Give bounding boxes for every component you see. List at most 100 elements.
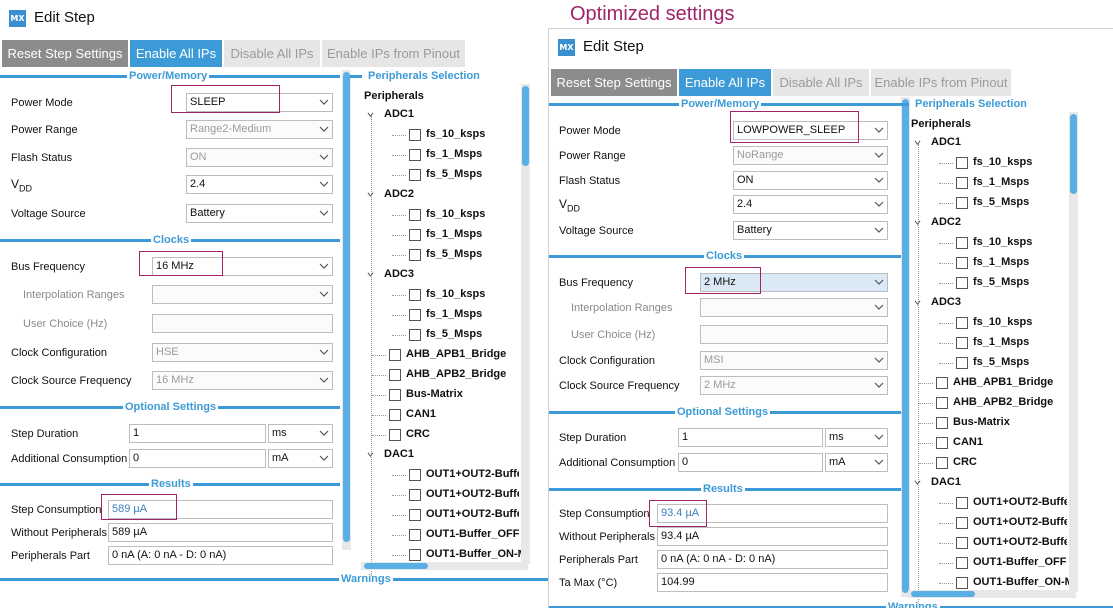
flash-status-select[interactable]: ON: [733, 171, 888, 190]
enable-all-ips-button[interactable]: Enable All IPs: [130, 40, 222, 67]
peripheral-checkbox[interactable]: [956, 237, 968, 249]
peripheral-checkbox[interactable]: [409, 209, 421, 221]
clock-source-frequency-select[interactable]: 16 MHz: [152, 371, 333, 390]
peripheral-checkbox[interactable]: [956, 277, 968, 289]
power-range-select[interactable]: Range2-Medium: [186, 120, 333, 139]
peripheral-checkbox[interactable]: [389, 409, 401, 421]
peripheral-checkbox[interactable]: [389, 349, 401, 361]
peripheral-checkbox[interactable]: [956, 257, 968, 269]
enable-all-ips-button[interactable]: Enable All IPs: [679, 69, 771, 96]
peripheral-checkbox[interactable]: [956, 337, 968, 349]
peripheral-checkbox[interactable]: [956, 537, 968, 549]
tree-leaf-label: fs_1_Msps: [973, 336, 1030, 348]
user-choice-field[interactable]: [700, 325, 888, 344]
disable-all-ips-button[interactable]: Disable All IPs: [773, 69, 869, 96]
step-duration-field[interactable]: 1: [678, 428, 823, 447]
tree-group-adc2[interactable]: ADC2: [384, 188, 414, 200]
without-peripherals-field[interactable]: 93.4 µA: [657, 527, 888, 546]
peripheral-checkbox[interactable]: [409, 289, 421, 301]
peripheral-checkbox[interactable]: [956, 557, 968, 569]
additional-consumption-unit-select[interactable]: mA: [825, 453, 888, 472]
peripheral-checkbox[interactable]: [956, 177, 968, 189]
peripheral-checkbox[interactable]: [936, 417, 948, 429]
voltage-source-select[interactable]: Battery: [733, 221, 888, 240]
peripheral-checkbox[interactable]: [956, 497, 968, 509]
title-bar: MX Edit Step: [0, 0, 548, 36]
interpolation-ranges-select[interactable]: [700, 298, 888, 317]
peripheral-checkbox[interactable]: [389, 389, 401, 401]
peripheral-checkbox[interactable]: [936, 437, 948, 449]
tree-group-dac1[interactable]: DAC1: [384, 448, 414, 460]
highlight-box: [649, 500, 707, 527]
additional-consumption-unit-select[interactable]: mA: [268, 449, 333, 468]
app-logo-icon: MX: [9, 10, 26, 27]
peripheral-checkbox[interactable]: [936, 397, 948, 409]
peripheral-checkbox[interactable]: [409, 169, 421, 181]
enable-ips-from-pinout-button[interactable]: Enable IPs from Pinout: [322, 40, 465, 67]
form-scrollbar-thumb[interactable]: [343, 72, 350, 542]
peripheral-checkbox[interactable]: [409, 309, 421, 321]
peripheral-checkbox[interactable]: [936, 377, 948, 389]
form-scrollbar-thumb[interactable]: [902, 99, 909, 593]
app-logo-icon: MX: [558, 39, 575, 56]
peripheral-checkbox[interactable]: [956, 577, 968, 589]
peripheral-checkbox[interactable]: [409, 249, 421, 261]
peripheral-checkbox[interactable]: [936, 457, 948, 469]
tree-leaf-label: OUT1+OUT2-Buffer: [426, 508, 528, 520]
vdd-select[interactable]: 2.4: [733, 195, 888, 214]
user-choice-field[interactable]: [152, 314, 333, 333]
peripheral-checkbox[interactable]: [409, 129, 421, 141]
flash-status-select[interactable]: ON: [186, 148, 333, 167]
ta-max-field[interactable]: 104.99: [657, 573, 888, 592]
step-duration-unit-select[interactable]: ms: [268, 424, 333, 443]
without-peripherals-field[interactable]: 589 µA: [108, 523, 333, 542]
tree-group-adc3[interactable]: ADC3: [384, 268, 414, 280]
peripheral-checkbox[interactable]: [956, 517, 968, 529]
tree-vertical-scrollbar-thumb[interactable]: [522, 86, 529, 166]
vdd-select[interactable]: 2.4: [186, 175, 333, 194]
peripheral-checkbox[interactable]: [389, 369, 401, 381]
disable-all-ips-button[interactable]: Disable All IPs: [224, 40, 320, 67]
peripheral-checkbox[interactable]: [409, 329, 421, 341]
peripheral-checkbox[interactable]: [956, 157, 968, 169]
tree-connector: [372, 355, 386, 356]
peripherals-part-field[interactable]: 0 nA (A: 0 nA - D: 0 nA): [657, 550, 888, 569]
step-duration-field[interactable]: 1: [129, 424, 266, 443]
interpolation-ranges-select[interactable]: [152, 285, 333, 304]
tree-group-adc2[interactable]: ADC2: [931, 216, 961, 228]
tree-group-dac1[interactable]: DAC1: [931, 476, 961, 488]
tree-connector: [939, 183, 953, 184]
peripheral-checkbox[interactable]: [956, 197, 968, 209]
additional-consumption-field[interactable]: 0: [129, 449, 266, 468]
peripheral-checkbox[interactable]: [409, 509, 421, 521]
tree-group-adc3[interactable]: ADC3: [931, 296, 961, 308]
reset-step-settings-button[interactable]: Reset Step Settings: [2, 40, 128, 67]
peripheral-checkbox[interactable]: [409, 489, 421, 501]
peripheral-checkbox[interactable]: [409, 229, 421, 241]
voltage-source-select[interactable]: Battery: [186, 204, 333, 223]
peripheral-checkbox[interactable]: [409, 149, 421, 161]
step-duration-unit-select[interactable]: ms: [825, 428, 888, 447]
additional-consumption-field[interactable]: 0: [678, 453, 823, 472]
peripherals-part-field[interactable]: 0 nA (A: 0 nA - D: 0 nA): [108, 546, 333, 565]
flash-status-value: ON: [190, 151, 207, 163]
power-range-select[interactable]: NoRange: [733, 146, 888, 165]
tree-horizontal-scrollbar-thumb[interactable]: [911, 591, 975, 597]
peripheral-checkbox[interactable]: [956, 317, 968, 329]
peripheral-checkbox[interactable]: [409, 549, 421, 561]
peripheral-checkbox[interactable]: [389, 429, 401, 441]
enable-ips-from-pinout-button[interactable]: Enable IPs from Pinout: [871, 69, 1011, 96]
clock-source-frequency-select[interactable]: 2 MHz: [700, 376, 888, 395]
tree-vertical-scrollbar-thumb[interactable]: [1070, 114, 1077, 194]
clock-configuration-select[interactable]: HSE: [152, 343, 333, 362]
step-duration-label: Step Duration: [559, 432, 627, 444]
reset-step-settings-button[interactable]: Reset Step Settings: [551, 69, 677, 96]
tree-group-adc1[interactable]: ADC1: [931, 136, 961, 148]
clock-configuration-select[interactable]: MSI: [700, 351, 888, 370]
tree-group-adc1[interactable]: ADC1: [384, 108, 414, 120]
tree-horizontal-scrollbar-thumb[interactable]: [364, 563, 428, 569]
peripheral-checkbox[interactable]: [409, 469, 421, 481]
peripheral-checkbox[interactable]: [409, 529, 421, 541]
clocks-section-header: Clocks: [151, 233, 192, 247]
peripheral-checkbox[interactable]: [956, 357, 968, 369]
